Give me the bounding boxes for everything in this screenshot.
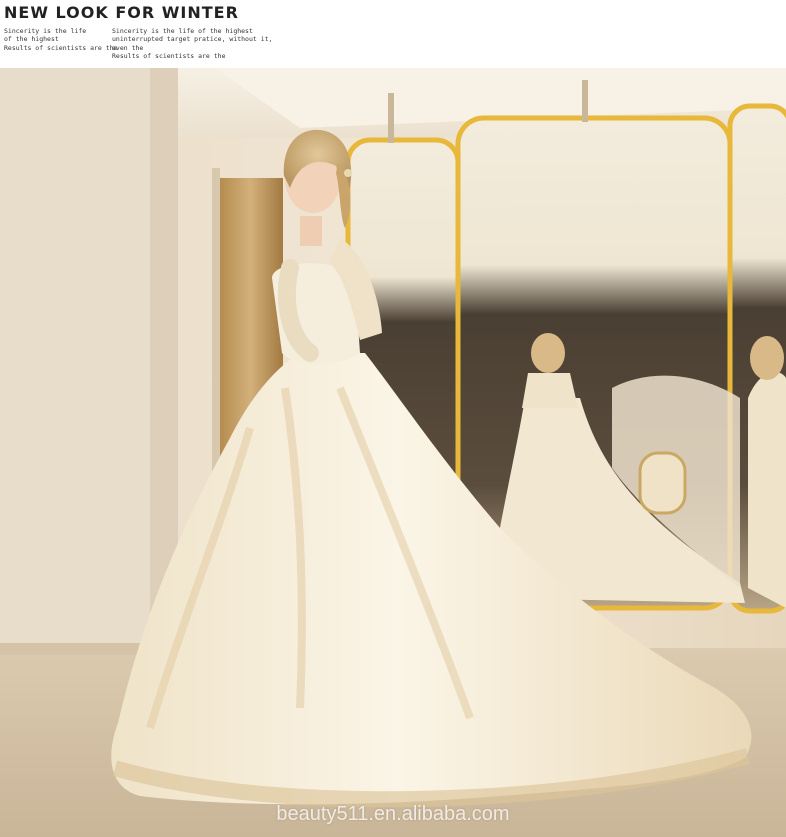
mirror-reflection-chair bbox=[638, 451, 687, 515]
mirror-reflection-right-head bbox=[750, 336, 784, 380]
headline: NEW LOOK FOR WINTER bbox=[4, 3, 239, 22]
watermark: beauty511.en.alibaba.com bbox=[276, 803, 510, 825]
blurb-left: Sincerity is the life of the highest Res… bbox=[4, 27, 118, 52]
blurb-left-line: of the highest bbox=[4, 35, 59, 44]
mirror-bracket bbox=[388, 93, 394, 143]
blurb-right-line: Sincerity is the life of the highest bbox=[112, 27, 253, 35]
hair-accessory bbox=[344, 169, 352, 177]
blurb-left-line: Results of scientists are the bbox=[4, 43, 118, 52]
header-banner: NEW LOOK FOR WINTER Sincerity is the lif… bbox=[0, 0, 786, 68]
mirror-reflection-right bbox=[748, 372, 786, 608]
blurb-left-line: Sincerity is the life bbox=[4, 27, 87, 35]
mirror-bracket bbox=[582, 80, 588, 122]
neck bbox=[300, 216, 322, 246]
mirror-reflection-bodice bbox=[522, 373, 578, 408]
blurb-right-line: even the bbox=[112, 43, 144, 52]
blurb-right-line: uninterrupted target pratice, without it… bbox=[112, 35, 273, 44]
mirror-reflection-head bbox=[531, 333, 565, 373]
bridal-photo bbox=[0, 68, 786, 837]
blurb-right: Sincerity is the life of the highest uni… bbox=[112, 27, 272, 61]
blurb-right-line: Results of scientists are the bbox=[112, 52, 226, 61]
